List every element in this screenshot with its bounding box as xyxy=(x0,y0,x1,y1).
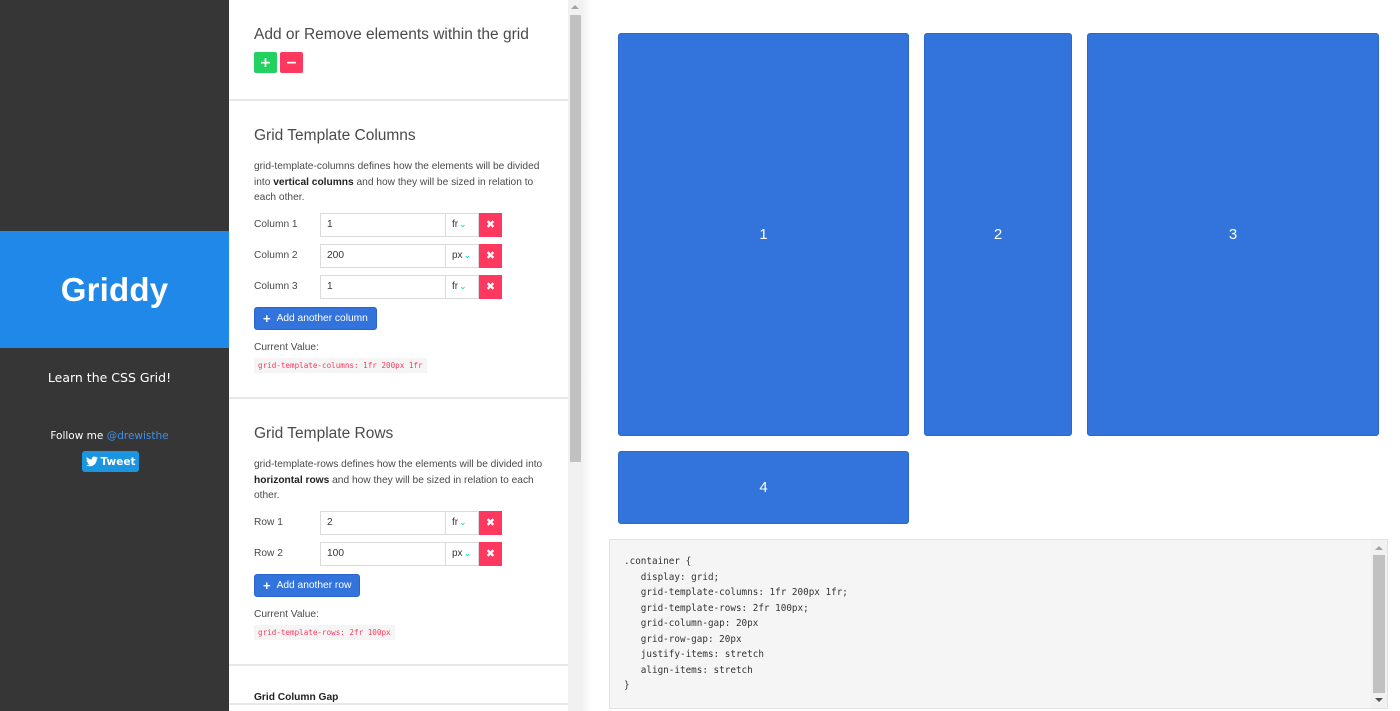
column-unit-select[interactable]: px ⌄ xyxy=(445,243,479,268)
panel-scrollbar[interactable] xyxy=(568,0,583,711)
rows-section: Grid Template Rows grid-template-rows de… xyxy=(229,399,568,666)
remove-element-button[interactable]: − xyxy=(280,52,303,73)
column-gap-title: Grid Column Gap xyxy=(254,692,339,703)
rows-title: Grid Template Rows xyxy=(254,425,394,442)
add-remove-title: Add or Remove elements within the grid xyxy=(254,26,529,43)
chevron-down-icon: ⌄ xyxy=(459,219,467,229)
close-icon: ✖ xyxy=(485,280,496,293)
control-panel: Add or Remove elements within the grid +… xyxy=(229,0,568,711)
remove-row-button[interactable]: ✖ xyxy=(479,510,502,535)
unit-value: fr xyxy=(452,281,459,292)
css-output-box[interactable]: .container { display: grid; grid-templat… xyxy=(609,539,1388,709)
column-label: Column 1 xyxy=(254,219,298,230)
brand-title: Griddy xyxy=(60,270,169,308)
minus-icon: − xyxy=(285,54,298,71)
grid-item: 1 xyxy=(618,33,909,436)
rows-current-label: Current Value: xyxy=(254,608,319,620)
close-icon: ✖ xyxy=(485,218,496,231)
desc-text: grid-template-rows defines how the eleme… xyxy=(254,459,543,470)
close-icon: ✖ xyxy=(485,516,496,529)
row-label: Row 1 xyxy=(254,517,283,528)
remove-row-button[interactable]: ✖ xyxy=(479,541,502,566)
tweet-button[interactable]: Tweet xyxy=(82,451,139,472)
rows-current-value: grid-template-rows: 2fr 100px xyxy=(254,624,395,640)
row-row: Row 1 2 fr ⌄ ✖ xyxy=(254,510,543,535)
twitter-bird-icon xyxy=(85,456,98,467)
scrollbar-thumb[interactable] xyxy=(570,15,581,462)
unit-value: px xyxy=(452,250,463,261)
column-label: Column 2 xyxy=(254,250,298,261)
rows-description: grid-template-rows defines how the eleme… xyxy=(254,457,543,504)
desc-bold: vertical columns xyxy=(273,176,354,188)
add-row-button[interactable]: + Add another row xyxy=(254,573,361,597)
grid-item: 4 xyxy=(618,451,909,524)
grid-item-number: 3 xyxy=(1228,226,1238,243)
scroll-up-arrow-icon[interactable] xyxy=(571,5,579,9)
remove-column-button[interactable]: ✖ xyxy=(479,212,502,237)
column-unit-select[interactable]: fr ⌄ xyxy=(445,274,479,299)
close-icon: ✖ xyxy=(485,547,496,560)
plus-icon: + xyxy=(259,54,272,71)
row-row: Row 2 100 px ⌄ ✖ xyxy=(254,541,543,566)
row-unit-select[interactable]: px ⌄ xyxy=(445,541,479,566)
sidebar: Griddy Learn the CSS Grid! Follow me @dr… xyxy=(0,0,229,711)
plus-icon: + xyxy=(263,577,271,593)
grid-item-number: 2 xyxy=(993,226,1003,243)
row-value-input[interactable]: 2 xyxy=(320,510,445,535)
columns-section: Grid Template Columns grid-template-colu… xyxy=(229,101,568,399)
follow-text: Follow me @drewisthe xyxy=(0,430,219,442)
chevron-down-icon: ⌄ xyxy=(463,250,472,260)
scroll-up-arrow-icon[interactable] xyxy=(1375,546,1383,550)
column-gap-section: Grid Column Gap xyxy=(229,666,568,705)
code-scrollbar[interactable] xyxy=(1371,540,1387,708)
unit-value: px xyxy=(452,548,463,559)
column-row: Column 2 200 px ⌄ ✖ xyxy=(254,243,543,268)
griddy-app: Griddy Learn the CSS Grid! Follow me @dr… xyxy=(0,0,1400,711)
remove-column-button[interactable]: ✖ xyxy=(479,274,502,299)
row-label: Row 2 xyxy=(254,548,283,559)
desc-bold: horizontal rows xyxy=(254,474,330,486)
add-column-label: Add another column xyxy=(276,312,368,324)
brand-banner: Griddy xyxy=(0,231,229,348)
row-unit-select[interactable]: fr ⌄ xyxy=(445,510,479,535)
column-label: Column 3 xyxy=(254,281,298,292)
grid-item-number: 4 xyxy=(759,479,768,496)
twitter-handle-link[interactable]: @drewisthe xyxy=(107,430,169,442)
grid-preview: 1 2 3 4 xyxy=(618,33,1379,524)
follow-prefix: Follow me xyxy=(50,430,107,442)
unit-value: fr xyxy=(452,219,459,230)
column-row: Column 3 1 fr ⌄ ✖ xyxy=(254,274,543,299)
chevron-down-icon: ⌄ xyxy=(463,548,472,558)
column-value-input[interactable]: 1 xyxy=(320,212,445,237)
tagline: Learn the CSS Grid! xyxy=(47,370,172,385)
tweet-label: Tweet xyxy=(100,455,136,468)
remove-column-button[interactable]: ✖ xyxy=(479,243,502,268)
chevron-down-icon: ⌄ xyxy=(459,517,467,527)
divider xyxy=(583,0,591,711)
row-value-input[interactable]: 100 xyxy=(320,541,445,566)
plus-icon: + xyxy=(263,310,271,326)
scroll-down-arrow-icon[interactable] xyxy=(1375,698,1383,702)
grid-item: 2 xyxy=(924,33,1072,436)
columns-current-value: grid-template-columns: 1fr 200px 1fr xyxy=(254,357,427,373)
columns-description: grid-template-columns defines how the el… xyxy=(254,159,543,206)
add-remove-section: Add or Remove elements within the grid +… xyxy=(229,0,568,101)
columns-title: Grid Template Columns xyxy=(254,127,416,144)
add-column-button[interactable]: + Add another column xyxy=(254,306,377,330)
column-row: Column 1 1 fr ⌄ ✖ xyxy=(254,212,543,237)
column-value-input[interactable]: 200 xyxy=(320,243,445,268)
add-element-button[interactable]: + xyxy=(254,52,277,73)
grid-item: 3 xyxy=(1087,33,1379,436)
grid-item-number: 1 xyxy=(759,226,768,243)
chevron-down-icon: ⌄ xyxy=(459,281,467,291)
column-value-input[interactable]: 1 xyxy=(320,274,445,299)
unit-value: fr xyxy=(452,517,459,528)
columns-current-label: Current Value: xyxy=(254,341,319,353)
column-unit-select[interactable]: fr ⌄ xyxy=(445,212,479,237)
scrollbar-thumb[interactable] xyxy=(1373,555,1385,693)
add-row-label: Add another row xyxy=(276,579,352,591)
close-icon: ✖ xyxy=(485,249,496,262)
css-output-code: .container { display: grid; grid-templat… xyxy=(624,556,848,691)
